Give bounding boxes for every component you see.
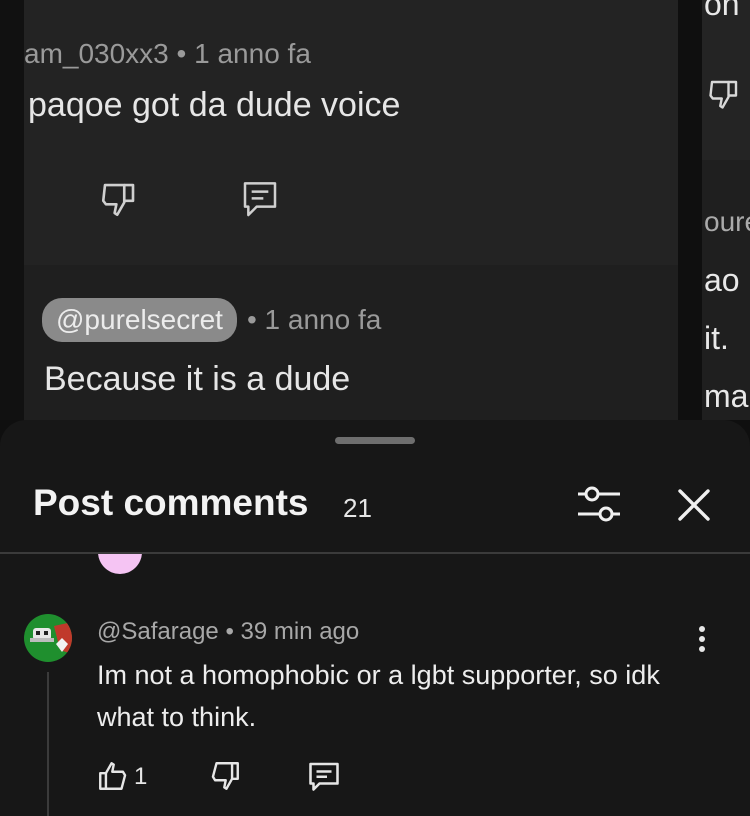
comment-count: 21 <box>343 493 372 523</box>
right-fragment: on <box>704 0 740 22</box>
right-fragment: ao <box>704 262 740 298</box>
sheet-drag-handle[interactable] <box>335 437 415 444</box>
background-right-panel: on oure ao it. ma <box>702 0 750 420</box>
right-fragment: it. <box>704 320 729 356</box>
thumbs-down-icon[interactable] <box>98 178 140 220</box>
thumbs-down-icon[interactable] <box>208 758 242 794</box>
sliders-icon[interactable] <box>576 484 622 524</box>
thumbs-down-icon <box>709 80 738 109</box>
avatar-image <box>24 614 72 662</box>
avatar[interactable] <box>24 614 72 662</box>
thread-line <box>47 672 49 816</box>
mention-chip[interactable]: @purelsecret <box>42 298 237 342</box>
background-comment-text: paqoe got da dude voice <box>28 86 401 124</box>
background-gap <box>678 0 702 420</box>
background-comment-meta: am_030xx3 • 1 anno fa <box>24 38 311 69</box>
comment-icon[interactable] <box>240 178 280 222</box>
background-reply-header: @purelsecret • 1 anno fa <box>42 298 381 342</box>
background-reply-meta: • 1 anno fa <box>246 304 382 335</box>
like-button[interactable]: 1 <box>96 758 147 794</box>
comments-sheet: Post comments 21 @Safarage • 39 min ago … <box>0 420 750 816</box>
comment-text: Im not a homophobic or a lgbt supporter,… <box>97 660 660 732</box>
more-vertical-icon[interactable] <box>690 624 714 654</box>
comment-meta: @Safarage • 39 min ago <box>97 618 360 645</box>
thumbs-up-icon <box>99 762 127 790</box>
background-comment-actions <box>98 178 280 222</box>
background-reply-card <box>24 265 678 425</box>
comment-icon[interactable] <box>306 758 342 794</box>
right-fragment: ma <box>704 378 749 414</box>
background-left-edge <box>0 0 24 420</box>
sheet-title: Post comments <box>33 482 309 523</box>
header-divider <box>0 552 750 554</box>
like-count: 1 <box>134 763 148 790</box>
comment-actions: 1 <box>96 758 396 798</box>
close-icon[interactable] <box>676 487 712 523</box>
screen: on oure ao it. ma am_030xx3 • 1 anno fa … <box>0 0 750 816</box>
right-fragment: oure <box>704 206 750 237</box>
background-reply-text: Because it is a dude <box>44 360 351 398</box>
